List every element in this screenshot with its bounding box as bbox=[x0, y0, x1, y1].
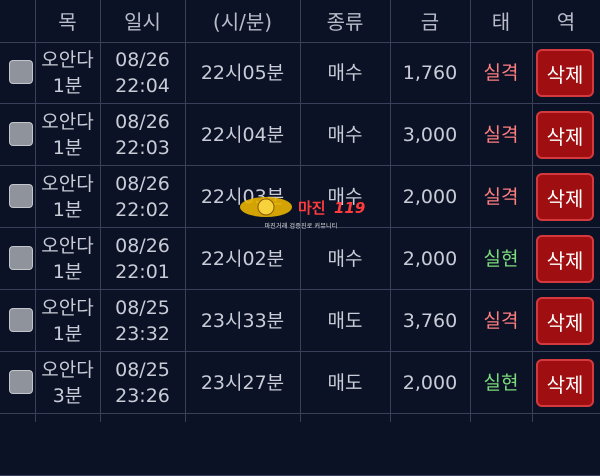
item-period: 1분 bbox=[52, 199, 83, 221]
item-period: 1분 bbox=[52, 75, 83, 97]
header-item-line2: 목 bbox=[58, 10, 77, 34]
target-time: 22시05분 bbox=[200, 62, 285, 84]
delete-button[interactable]: 삭제 bbox=[536, 235, 594, 283]
item-name: 오안다 bbox=[41, 297, 94, 319]
trade-date: 08/26 bbox=[115, 235, 170, 257]
target-time: 23시33분 bbox=[200, 310, 285, 332]
delete-button[interactable]: 삭제 bbox=[536, 49, 594, 97]
delete-button[interactable]: 삭제 bbox=[536, 173, 594, 221]
header-history: 역 bbox=[532, 0, 600, 42]
item-period: 1분 bbox=[52, 261, 83, 283]
header-history-line2: 역 bbox=[556, 10, 576, 34]
item-name: 오안다 bbox=[41, 359, 94, 381]
datetime-cell: 08/26 22:01 bbox=[100, 229, 185, 289]
header-kind: 종류 bbox=[300, 0, 390, 42]
trade-amount: 3,760 bbox=[402, 310, 458, 332]
row-checkbox[interactable] bbox=[9, 246, 33, 270]
row-checkbox[interactable] bbox=[9, 184, 33, 208]
row-checkbox[interactable] bbox=[9, 122, 33, 146]
target-time: 22시04분 bbox=[200, 124, 285, 146]
watermark-logo-text: 마진 bbox=[298, 199, 326, 217]
datetime-cell: 08/25 23:26 bbox=[100, 353, 185, 413]
item-cell: 오안다 1분 bbox=[35, 105, 100, 165]
item-cell: 오안다 1분 bbox=[35, 43, 100, 103]
item-name: 오안다 bbox=[41, 111, 94, 133]
column-divider bbox=[185, 0, 186, 422]
datetime-cell: 08/25 23:32 bbox=[100, 291, 185, 351]
table-row-partial bbox=[0, 415, 600, 476]
trade-kind: 매도 bbox=[327, 372, 363, 394]
result-status: 실격 bbox=[483, 62, 519, 84]
trade-amount: 2,000 bbox=[402, 248, 458, 270]
item-period: 1분 bbox=[52, 137, 83, 159]
trade-date: 08/26 bbox=[115, 111, 170, 133]
result-status: 실격 bbox=[483, 124, 519, 146]
header-datetime: 일시 bbox=[100, 0, 185, 42]
header-kind-line2: 종류 bbox=[326, 10, 364, 34]
trade-time: 23:26 bbox=[115, 385, 170, 407]
column-divider bbox=[35, 0, 36, 422]
header-target-time-line2: (시/분) bbox=[212, 10, 273, 34]
result-status: 실현 bbox=[483, 372, 519, 394]
column-divider bbox=[532, 0, 533, 422]
datetime-cell: 08/26 22:04 bbox=[100, 43, 185, 103]
delete-button[interactable]: 삭제 bbox=[536, 111, 594, 159]
header-amount: 금 bbox=[390, 0, 470, 42]
delete-button[interactable]: 삭제 bbox=[536, 297, 594, 345]
watermark-emblem-icon: 마진 119 bbox=[240, 197, 365, 217]
trade-time: 23:32 bbox=[115, 323, 170, 345]
item-cell: 오안다 1분 bbox=[35, 167, 100, 227]
trade-date: 08/26 bbox=[115, 173, 170, 195]
trade-amount: 1,760 bbox=[402, 62, 458, 84]
trade-time: 22:01 bbox=[115, 261, 170, 283]
trade-amount: 3,000 bbox=[402, 124, 458, 146]
column-divider bbox=[470, 0, 471, 422]
item-period: 3분 bbox=[52, 385, 83, 407]
target-time: 22시02분 bbox=[200, 248, 285, 270]
datetime-cell: 08/26 22:03 bbox=[100, 105, 185, 165]
trade-kind: 매도 bbox=[327, 310, 363, 332]
header-status-line2: 태 bbox=[491, 10, 511, 34]
trade-date: 08/25 bbox=[115, 359, 170, 381]
item-cell: 오안다 3분 bbox=[35, 353, 100, 413]
trade-date: 08/25 bbox=[115, 297, 170, 319]
item-period: 1분 bbox=[52, 323, 83, 345]
trade-time: 22:02 bbox=[115, 199, 170, 221]
header-status: 태 bbox=[470, 0, 532, 42]
trade-kind: 매수 bbox=[327, 62, 363, 84]
item-name: 오안다 bbox=[41, 235, 94, 257]
target-time: 23시27분 bbox=[200, 372, 285, 394]
item-cell: 오안다 1분 bbox=[35, 291, 100, 351]
row-checkbox[interactable] bbox=[9, 308, 33, 332]
datetime-cell: 08/26 22:02 bbox=[100, 167, 185, 227]
watermark-logo: 마진 119 마진거래 검증진로 커뮤니티 bbox=[236, 193, 366, 230]
header-amount-line2: 금 bbox=[420, 10, 440, 34]
row-checkbox[interactable] bbox=[9, 60, 33, 84]
header-item: 목 bbox=[35, 0, 100, 42]
result-status: 실현 bbox=[483, 248, 519, 270]
trade-amount: 2,000 bbox=[402, 186, 458, 208]
result-status: 실격 bbox=[483, 310, 519, 332]
item-cell: 오안다 1분 bbox=[35, 229, 100, 289]
trade-time: 22:04 bbox=[115, 75, 170, 97]
watermark-tagline: 마진거래 검증진로 커뮤니티 bbox=[264, 223, 338, 230]
column-divider bbox=[390, 0, 391, 422]
trade-amount: 2,000 bbox=[402, 372, 458, 394]
header-datetime-line2: 일시 bbox=[124, 10, 161, 34]
trade-time: 22:03 bbox=[115, 137, 170, 159]
item-name: 오안다 bbox=[41, 173, 94, 195]
trade-date: 08/26 bbox=[115, 49, 170, 71]
row-checkbox[interactable] bbox=[9, 370, 33, 394]
trade-kind: 매수 bbox=[327, 124, 363, 146]
column-divider bbox=[100, 0, 101, 422]
trade-kind: 매수 bbox=[327, 248, 363, 270]
result-status: 실격 bbox=[483, 186, 519, 208]
header-target-time: (시/분) bbox=[185, 0, 300, 42]
watermark-logo-number: 119 bbox=[334, 199, 365, 217]
item-name: 오안다 bbox=[41, 49, 94, 71]
delete-button[interactable]: 삭제 bbox=[536, 359, 594, 407]
